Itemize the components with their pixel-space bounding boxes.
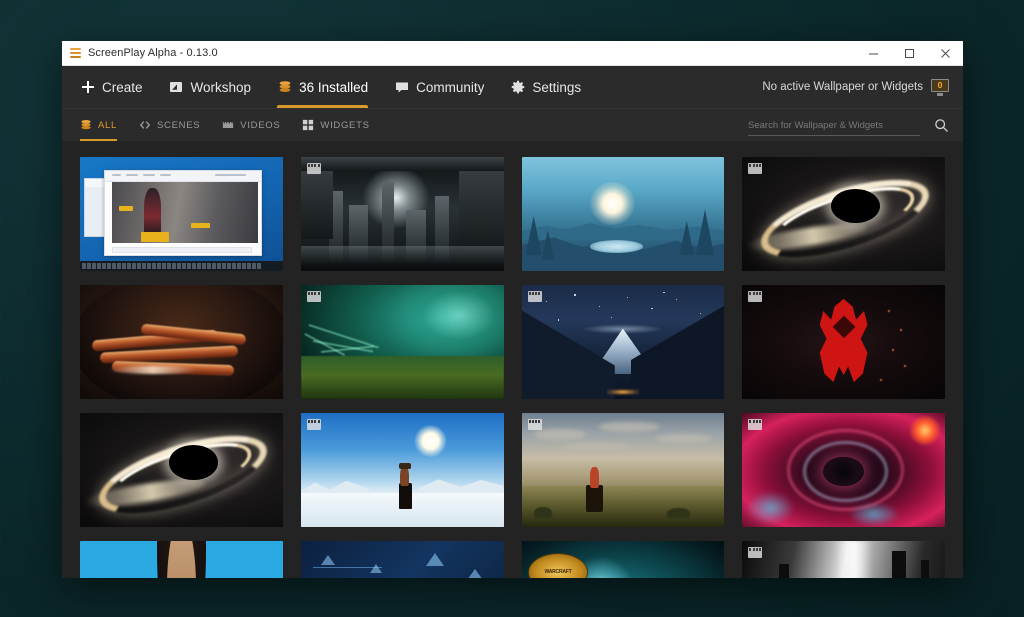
code-icon [139, 119, 151, 131]
tile-artwork [742, 157, 945, 272]
video-type-badge [748, 419, 763, 431]
nav-item-workshop[interactable]: Workshop [156, 66, 265, 108]
workshop-icon [169, 80, 184, 95]
search-input[interactable] [748, 119, 920, 131]
video-type-badge [306, 163, 321, 174]
tile-artwork [300, 285, 504, 400]
layers-icon [70, 47, 81, 59]
video-type-badge [527, 291, 542, 303]
filter-label: SCENES [157, 119, 201, 131]
tile-artwork [80, 285, 283, 400]
wallpaper-tile-plains-rider[interactable] [521, 413, 725, 528]
monitor-icon[interactable]: 0 [931, 78, 949, 96]
wallpaper-tile-warcraft-logo[interactable]: WARCRAFT [521, 541, 725, 578]
nav-label: Settings [532, 79, 582, 95]
monitor-screen: 0 [931, 78, 949, 92]
window-title: ScreenPlay Alpha - 0.13.0 [88, 47, 218, 59]
tile-artwork [742, 413, 945, 528]
video-type-badge [748, 547, 763, 559]
plus-icon [80, 80, 95, 95]
gear-icon [510, 80, 525, 95]
wallpaper-tile-blue-circuit[interactable] [300, 541, 504, 578]
app-window: ScreenPlay Alpha - 0.13.0 Create Worksho… [62, 41, 963, 578]
filter-label: VIDEOS [240, 119, 281, 131]
layers-icon [277, 80, 292, 95]
filter-label: WIDGETS [320, 119, 370, 131]
chat-icon [394, 80, 409, 95]
wallpaper-tile-forest-sunrise[interactable] [521, 157, 725, 272]
wallpaper-tile-starry-mountain[interactable] [521, 285, 725, 400]
video-type-badge [748, 291, 763, 303]
tile-artwork [521, 285, 725, 400]
nav-item-installed[interactable]: 36 Installed [264, 66, 381, 108]
title-bar: ScreenPlay Alpha - 0.13.0 [62, 41, 963, 66]
nav-label: Workshop [190, 79, 252, 95]
nav-right-group: No active Wallpaper or Widgets 0 [762, 78, 949, 96]
monitor-stand [937, 93, 943, 96]
filter-tab-all[interactable]: ALL [80, 109, 128, 141]
wallpaper-tile-snowy-rider[interactable] [300, 413, 504, 528]
grid-icon [302, 119, 314, 131]
main-navigation: Create Workshop 36 Installed Community S… [62, 66, 963, 108]
search-icon [935, 118, 948, 132]
wallpaper-tile-black-hole-b[interactable] [80, 413, 283, 528]
video-type-badge [306, 291, 321, 303]
active-wallpaper-status: No active Wallpaper or Widgets [762, 81, 923, 93]
filter-tab-videos[interactable]: VIDEOS [211, 109, 291, 141]
warcraft-logo-text: WARCRAFT [544, 569, 572, 576]
nav-label: Create [102, 79, 143, 95]
tile-artwork [742, 541, 945, 578]
close-button[interactable] [927, 41, 963, 65]
tile-artwork [742, 285, 945, 400]
wallpaper-grid: WARCRAFT [80, 157, 945, 578]
tile-artwork [300, 541, 504, 578]
wallpaper-tile-horde-logo[interactable] [742, 285, 945, 400]
monitor-badge-count: 0 [937, 79, 943, 90]
search-field[interactable] [748, 115, 920, 136]
nav-item-settings[interactable]: Settings [497, 66, 594, 108]
tile-artwork [80, 413, 283, 528]
filter-tab-widgets[interactable]: WIDGETS [291, 109, 380, 141]
minimize-icon [868, 53, 878, 54]
layers-icon [80, 119, 92, 131]
tile-artwork [300, 157, 504, 272]
active-nav-underline [277, 105, 369, 108]
wallpaper-tile-windows-desktop-capture[interactable] [80, 157, 283, 272]
wallpaper-tile-grayscale-scene[interactable] [742, 541, 945, 578]
nav-label: Community [416, 79, 485, 95]
nav-item-create[interactable]: Create [80, 66, 156, 108]
tile-artwork [80, 157, 283, 272]
film-icon [222, 119, 234, 131]
tile-artwork [521, 157, 725, 272]
tile-artwork: WARCRAFT [521, 541, 725, 578]
wallpaper-tile-green-cave[interactable] [300, 285, 504, 400]
filter-bar: ALL SCENES VIDEOS WIDGETS [62, 108, 963, 141]
video-type-badge [748, 163, 763, 174]
window-controls [855, 41, 963, 65]
tile-artwork [521, 413, 725, 528]
video-type-badge [527, 419, 542, 431]
close-icon [940, 48, 950, 58]
maximize-icon [904, 48, 914, 58]
maximize-button[interactable] [891, 41, 927, 65]
filter-label: ALL [98, 119, 118, 131]
filter-tab-scenes[interactable]: SCENES [128, 109, 211, 141]
wallpaper-tile-black-hole-a[interactable] [742, 157, 945, 272]
nav-label: 36 Installed [299, 79, 369, 95]
wallpaper-tile-dystopian-city[interactable] [300, 157, 504, 272]
video-type-badge [306, 419, 321, 431]
wallpaper-tile-magenta-vortex[interactable] [742, 413, 945, 528]
wallpaper-tile-bacon-pan[interactable] [80, 285, 283, 400]
minimize-button[interactable] [855, 41, 891, 65]
warcraft-logo-badge: WARCRAFT [527, 552, 589, 578]
nav-item-community[interactable]: Community [381, 66, 497, 108]
wallpaper-tile-blue-portrait[interactable] [80, 541, 283, 578]
tile-artwork [80, 541, 283, 578]
search-area [748, 115, 949, 136]
search-button[interactable] [934, 118, 949, 133]
gallery-content: WARCRAFT [62, 141, 963, 578]
tile-artwork [300, 413, 504, 528]
title-bar-left: ScreenPlay Alpha - 0.13.0 [62, 47, 218, 59]
